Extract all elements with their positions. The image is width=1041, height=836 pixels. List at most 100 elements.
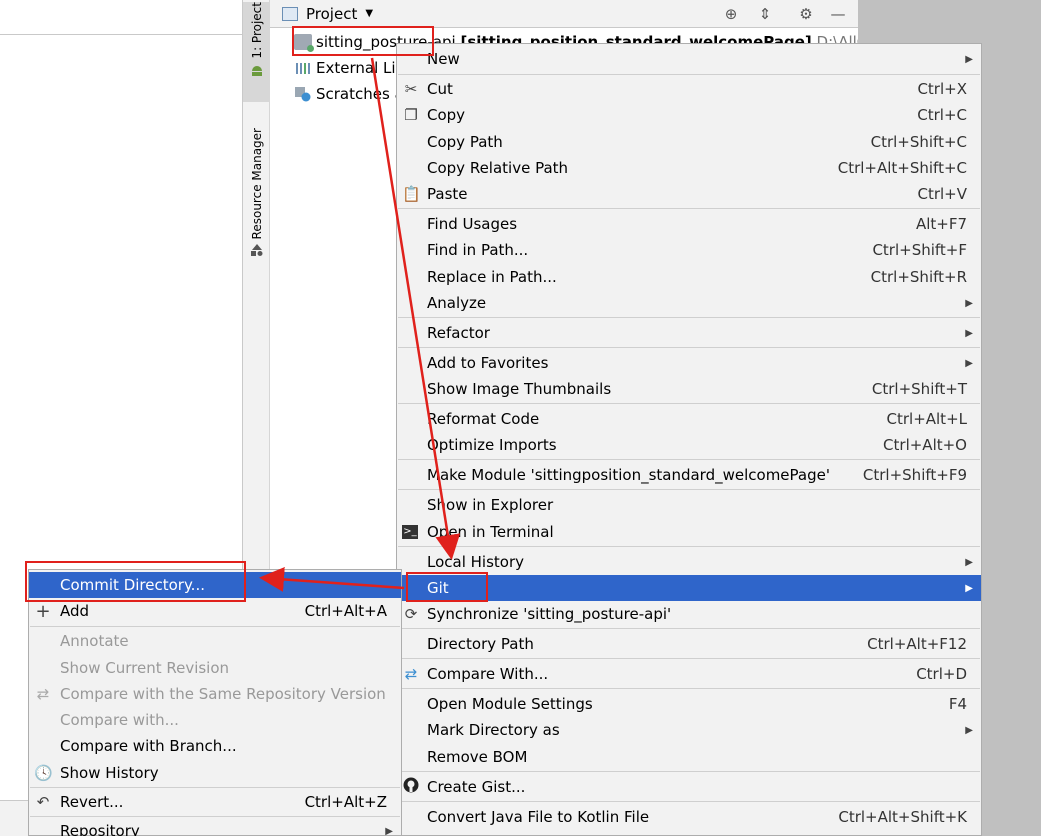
menu-item-analyze[interactable]: Analyze ▶: [397, 290, 981, 316]
gear-icon[interactable]: ⚙: [796, 4, 816, 24]
menu-item-open-module-settings[interactable]: Open Module Settings F4: [397, 691, 981, 717]
menu-item-new[interactable]: New ▶: [397, 46, 981, 72]
menu-item-paste[interactable]: 📋 Paste Ctrl+V: [397, 181, 981, 207]
collapse-icon[interactable]: ⇕: [755, 4, 775, 24]
menu-item-label: Make Module 'sittingposition_standard_we…: [427, 466, 830, 484]
menu-item-label: Directory Path: [427, 635, 534, 653]
menu-item-shortcut: Ctrl+Shift+T: [871, 380, 967, 398]
menu-item-copy-path[interactable]: Copy Path Ctrl+Shift+C: [397, 129, 981, 155]
menu-item-compare-with-branch[interactable]: Compare with Branch...: [29, 733, 401, 759]
menu-item-label: Open Module Settings: [427, 695, 593, 713]
menu-item-label: Find in Path...: [427, 241, 529, 259]
menu-item-add-to-favorites[interactable]: Add to Favorites ▶: [397, 350, 981, 376]
menu-item-compare-with[interactable]: ⇄ Compare With... Ctrl+D: [397, 661, 981, 687]
menu-item-label: Cut: [427, 80, 453, 98]
menu-item-label: Show Current Revision: [60, 659, 230, 677]
minimize-icon[interactable]: —: [828, 4, 848, 24]
project-panel-header: Project ▼ ⊕ ⇕ ⚙ —: [270, 0, 858, 28]
menu-item-label: Add to Favorites: [427, 354, 549, 372]
menu-separator: [398, 347, 980, 348]
menu-item-optimize-imports[interactable]: Optimize Imports Ctrl+Alt+O: [397, 432, 981, 458]
menu-item-reformat-code[interactable]: Reformat Code Ctrl+Alt+L: [397, 406, 981, 432]
target-icon[interactable]: ⊕: [721, 4, 741, 24]
project-panel-title[interactable]: Project: [306, 5, 357, 23]
menu-item-shortcut: Ctrl+Alt+Shift+K: [838, 808, 967, 826]
menu-separator: [30, 626, 400, 627]
menu-item-shortcut: Ctrl+C: [917, 106, 967, 124]
menu-separator: [30, 787, 400, 788]
menu-item-add[interactable]: + Add Ctrl+Alt+A: [29, 598, 401, 624]
submenu-arrow-icon: ▶: [965, 724, 973, 736]
menu-item-create-gist[interactable]: Create Gist...: [397, 774, 981, 800]
menu-item-show-image-thumbnails[interactable]: Show Image Thumbnails Ctrl+Shift+T: [397, 376, 981, 402]
menu-item-shortcut: Alt+F7: [915, 215, 967, 233]
menu-item-find-usages[interactable]: Find Usages Alt+F7: [397, 211, 981, 237]
menu-item-find-in-path[interactable]: Find in Path... Ctrl+Shift+F: [397, 237, 981, 263]
menu-item-directory-path[interactable]: Directory Path Ctrl+Alt+F12: [397, 631, 981, 657]
menu-item-shortcut: Ctrl+Shift+C: [870, 133, 967, 151]
submenu-arrow-icon: ▶: [965, 297, 973, 309]
tool-tab-project[interactable]: 1: Project: [243, 2, 270, 102]
shapes-icon: [250, 244, 262, 257]
menu-item-copy[interactable]: ❐ Copy Ctrl+C: [397, 102, 981, 128]
menu-separator: [398, 801, 980, 802]
menu-item-show-current-revision: Show Current Revision: [29, 655, 401, 681]
tool-tab-resource-manager[interactable]: Resource Manager: [243, 128, 270, 278]
menu-item-label: Open in Terminal: [427, 523, 554, 541]
menu-item-label: Repository: [60, 822, 140, 836]
menu-item-compare-same-repo-version: ⇄ Compare with the Same Repository Versio…: [29, 681, 401, 707]
menu-item-local-history[interactable]: Local History ▶: [397, 549, 981, 575]
menu-item-repository[interactable]: Repository ▶: [29, 818, 401, 836]
github-icon: [402, 777, 420, 797]
terminal-icon: >_: [402, 525, 418, 539]
sync-icon: ⟳: [404, 605, 418, 623]
menu-item-shortcut: Ctrl+Alt+O: [883, 436, 967, 454]
library-icon: [296, 63, 310, 74]
menu-separator: [30, 816, 400, 817]
menu-item-label: Convert Java File to Kotlin File: [427, 808, 650, 826]
menu-item-label: Show in Explorer: [427, 496, 554, 514]
menu-item-convert-java-to-kotlin[interactable]: Convert Java File to Kotlin File Ctrl+Alt…: [397, 804, 981, 830]
compare-icon: ⇄: [404, 665, 418, 683]
menu-item-label: Mark Directory as: [427, 721, 560, 739]
menu-item-git[interactable]: Git ▶: [397, 575, 981, 601]
menu-item-label: Revert...: [60, 793, 124, 811]
menu-item-shortcut: Ctrl+X: [917, 80, 967, 98]
menu-item-show-in-explorer[interactable]: Show in Explorer: [397, 492, 981, 518]
menu-item-label: Replace in Path...: [427, 268, 557, 286]
menu-item-compare-with: Compare with...: [29, 707, 401, 733]
menu-item-synchronize[interactable]: ⟳ Synchronize 'sitting_posture-api': [397, 601, 981, 627]
menu-item-copy-relative-path[interactable]: Copy Relative Path Ctrl+Alt+Shift+C: [397, 155, 981, 181]
menu-separator: [398, 317, 980, 318]
menu-item-mark-directory-as[interactable]: Mark Directory as ▶: [397, 717, 981, 743]
tool-tab-project-label: 1: Project: [249, 2, 264, 59]
menu-item-cut[interactable]: ✂ Cut Ctrl+X: [397, 76, 981, 102]
menu-separator: [398, 771, 980, 772]
menu-item-label: Compare With...: [427, 665, 549, 683]
menu-item-refactor[interactable]: Refactor ▶: [397, 320, 981, 346]
menu-separator: [398, 208, 980, 209]
menu-separator: [398, 688, 980, 689]
git-submenu: Commit Directory... + Add Ctrl+Alt+A Annot…: [28, 569, 402, 836]
menu-item-shortcut: F4: [948, 695, 967, 713]
menu-item-show-history[interactable]: 🕓 Show History: [29, 760, 401, 786]
menu-item-open-in-terminal[interactable]: >_ Open in Terminal: [397, 519, 981, 545]
menu-item-label: Compare with Branch...: [60, 737, 237, 755]
menu-item-label: Synchronize 'sitting_posture-api': [427, 605, 672, 623]
menu-item-commit-directory[interactable]: Commit Directory...: [29, 572, 401, 598]
tool-tab-resource-label: Resource Manager: [249, 128, 264, 240]
clipboard-icon: 📋: [402, 185, 421, 203]
menu-item-remove-bom[interactable]: Remove BOM: [397, 744, 981, 770]
menu-item-label: Show Image Thumbnails: [427, 380, 612, 398]
compare-icon: ⇄: [36, 685, 50, 703]
view-dropdown-icon[interactable]: ▼: [365, 8, 373, 19]
menu-item-label: Copy Path: [427, 133, 503, 151]
submenu-arrow-icon: ▶: [965, 582, 973, 594]
menu-item-revert[interactable]: ↶ Revert... Ctrl+Alt+Z: [29, 789, 401, 815]
menu-item-shortcut: Ctrl+Alt+F12: [867, 635, 967, 653]
menu-item-make-module[interactable]: Make Module 'sittingposition_standard_we…: [397, 462, 981, 488]
menu-item-annotate: Annotate: [29, 628, 401, 654]
menu-item-replace-in-path[interactable]: Replace in Path... Ctrl+Shift+R: [397, 264, 981, 290]
menu-item-label: Commit Directory...: [60, 576, 205, 594]
menu-item-label: Copy Relative Path: [427, 159, 569, 177]
